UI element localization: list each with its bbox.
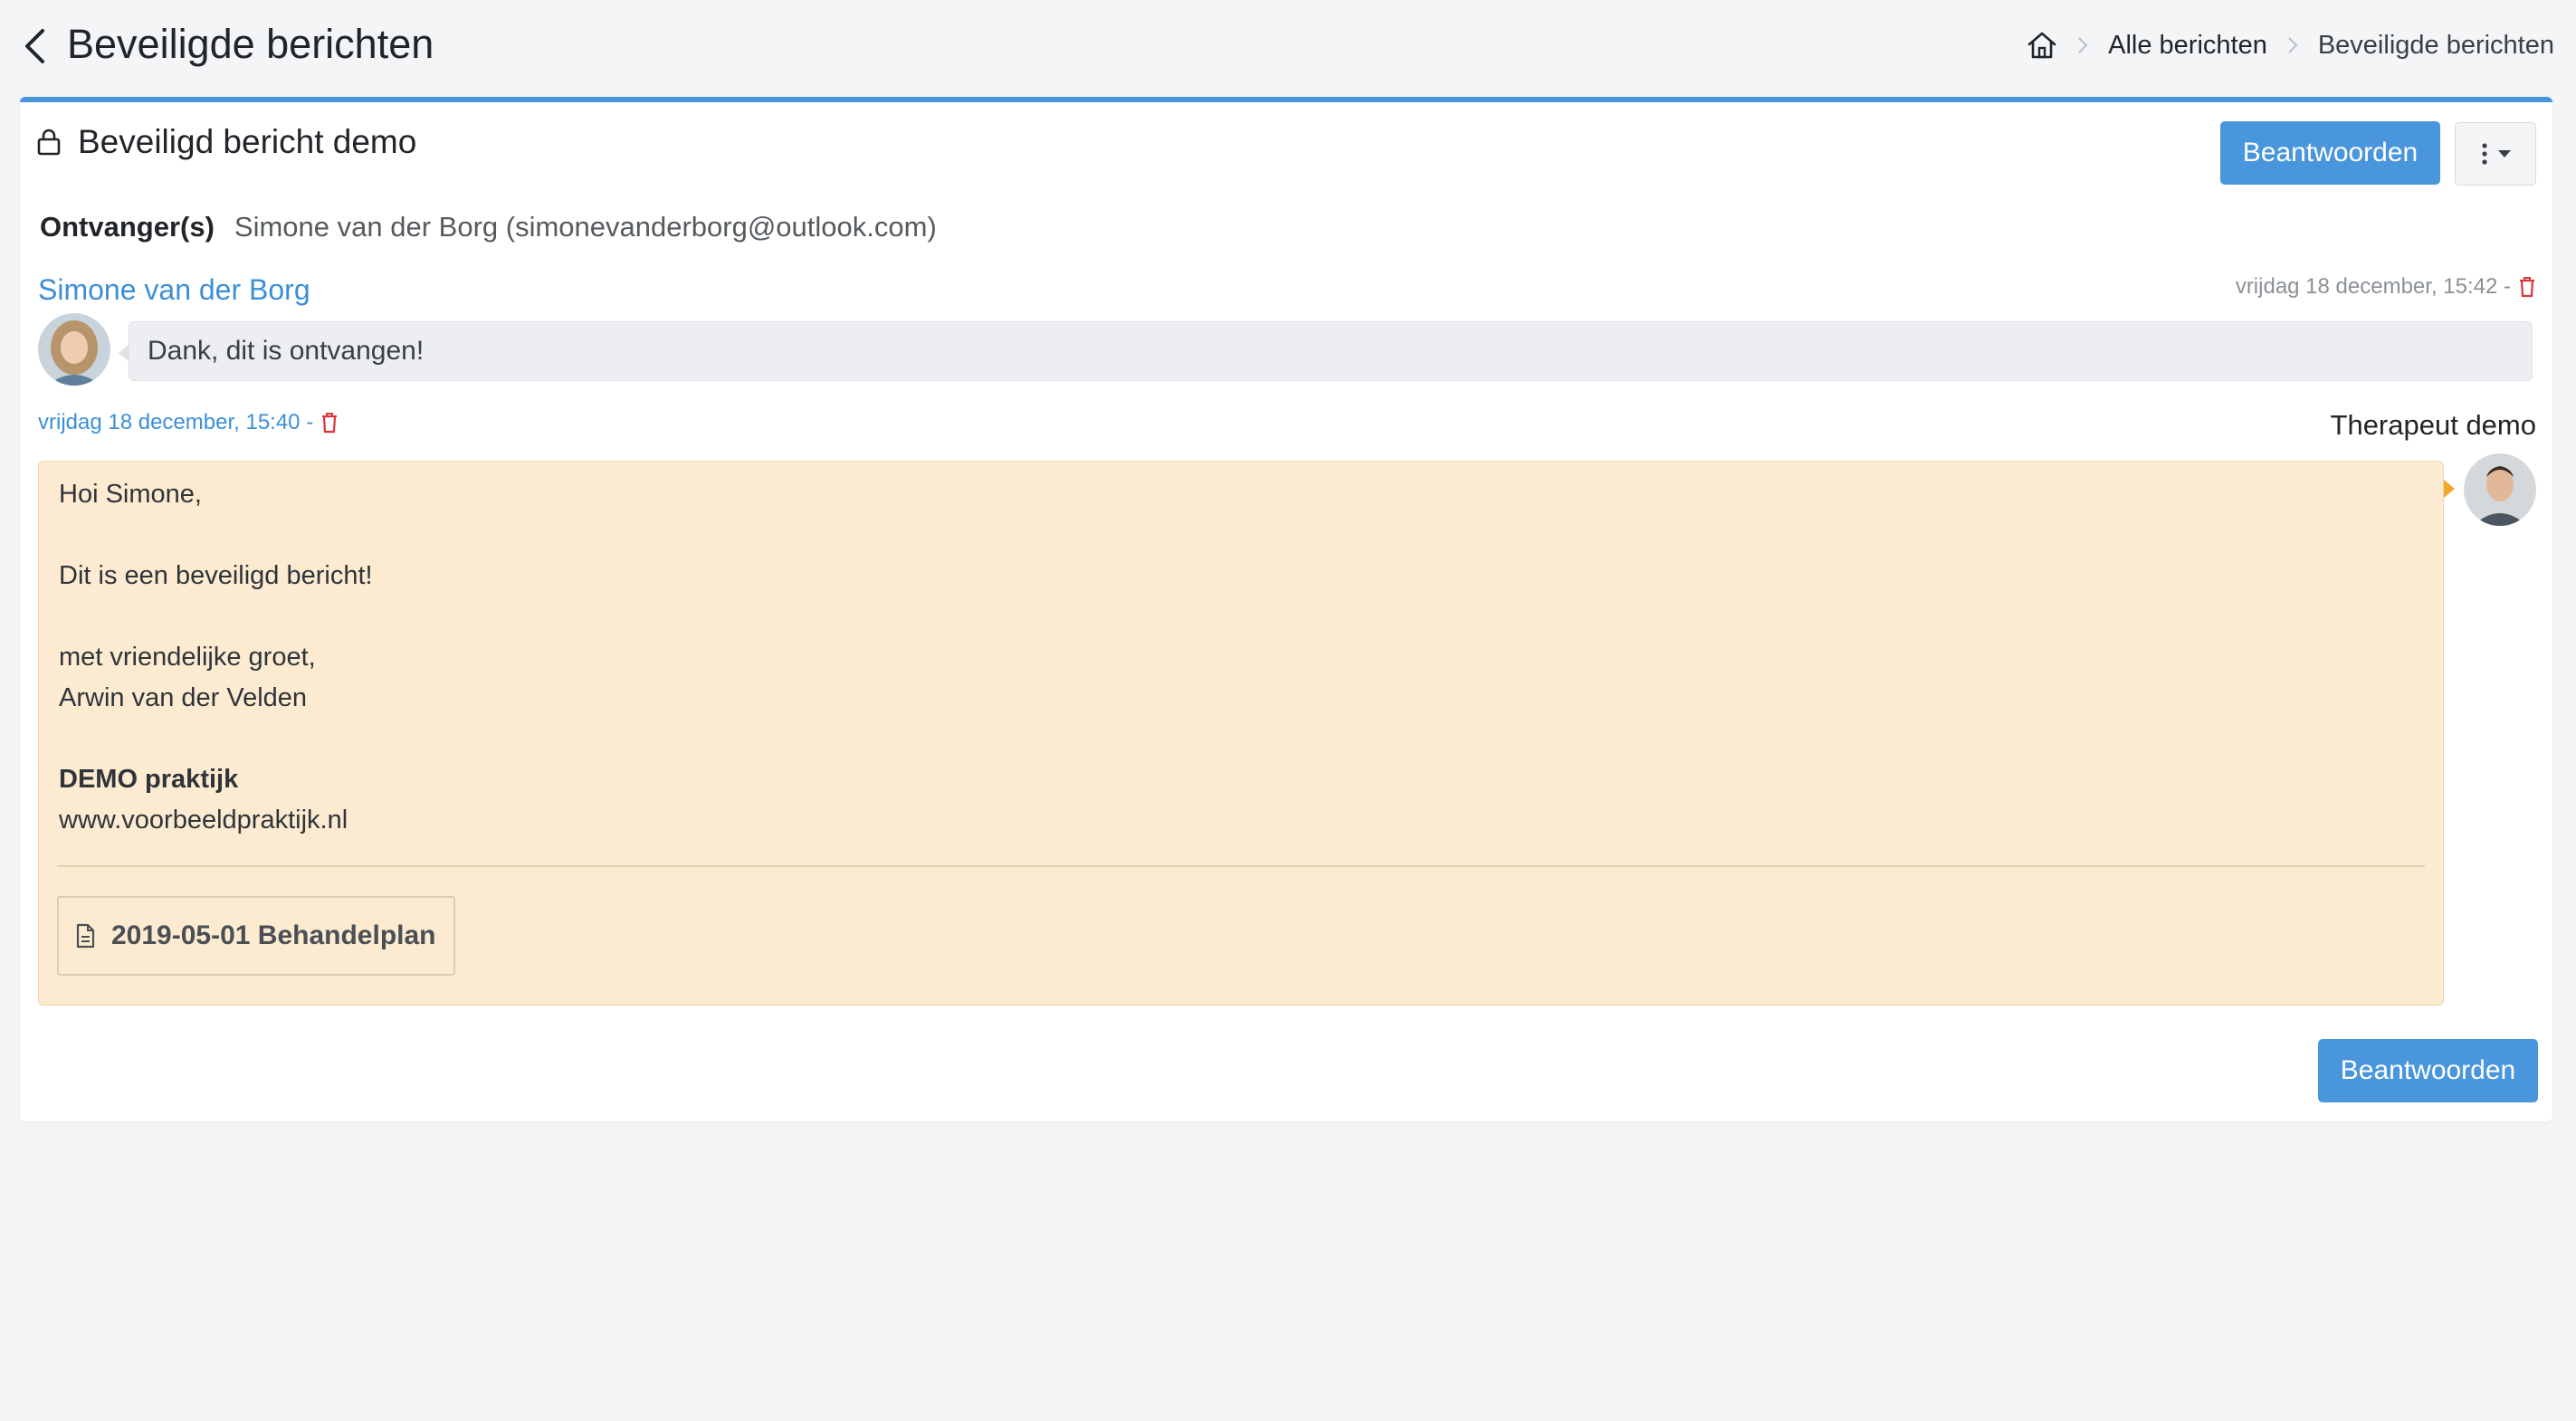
lock-icon bbox=[37, 129, 61, 156]
avatar-sender bbox=[38, 313, 110, 386]
sender-name[interactable]: Simone van der Borg bbox=[38, 270, 310, 310]
page-title: Beveiligde berichten bbox=[67, 21, 434, 67]
attachment-link[interactable]: 2019-05-01 Behandelplan bbox=[57, 896, 455, 976]
incoming-message-bubble: Dank, dit is ontvangen! bbox=[119, 321, 2533, 381]
delete-message-button[interactable] bbox=[2518, 276, 2536, 298]
practice-name: DEMO praktijk bbox=[59, 765, 239, 794]
message-line: met vriendelijke groet, bbox=[59, 643, 316, 672]
incoming-message-text: Dank, dit is ontvangen! bbox=[148, 336, 425, 366]
breadcrumb-item-all-messages[interactable]: Alle berichten bbox=[2108, 31, 2267, 61]
delete-message-button[interactable] bbox=[320, 412, 339, 434]
message-timestamp: vrijdag 18 december, 15:42 - bbox=[2236, 271, 2536, 303]
breadcrumb-home[interactable] bbox=[2027, 31, 2057, 60]
message-line: Hoi Simone, bbox=[59, 480, 202, 509]
attachment-label: 2019-05-01 Behandelplan bbox=[111, 920, 436, 950]
chevron-right-icon bbox=[2078, 37, 2088, 53]
home-icon bbox=[2027, 32, 2056, 59]
card-title-row: Beveiligd bericht demo bbox=[36, 120, 416, 164]
breadcrumb-separator bbox=[2077, 35, 2088, 55]
timestamp-text: vrijdag 18 december, 15:42 - bbox=[2235, 274, 2511, 299]
message-card: Beveiligd bericht demo Beantwoorden Ontv… bbox=[20, 97, 2552, 1121]
breadcrumb-separator bbox=[2287, 35, 2298, 55]
reply-button-bottom[interactable]: Beantwoorden bbox=[2318, 1039, 2538, 1102]
breadcrumb-item-current: Beveiligde berichten bbox=[2317, 30, 2554, 60]
message-timestamp: vrijdag 18 december, 15:40 - bbox=[38, 406, 339, 439]
message-body: Hoi Simone, Dit is een beveiligd bericht… bbox=[59, 474, 373, 841]
trash-icon bbox=[2520, 277, 2534, 298]
dots-vertical-icon bbox=[2482, 143, 2487, 165]
chevron-left-icon bbox=[25, 29, 44, 63]
recipients-row: Ontvanger(s) Simone van der Borg (simone… bbox=[40, 207, 937, 247]
caret-down-icon bbox=[2498, 150, 2511, 157]
back-button[interactable] bbox=[16, 24, 52, 69]
recipients-label: Ontvanger(s) bbox=[40, 211, 215, 243]
more-options-button[interactable] bbox=[2455, 122, 2536, 186]
reply-button-top[interactable]: Beantwoorden bbox=[2220, 121, 2440, 185]
page-header: Beveiligde berichten Alle berichten Beve… bbox=[0, 0, 2576, 91]
chevron-right-icon bbox=[2288, 37, 2298, 53]
trash-icon bbox=[322, 413, 338, 434]
divider bbox=[57, 865, 2425, 867]
breadcrumb: Alle berichten Beveiligde berichten bbox=[2027, 25, 2554, 65]
therapist-name: Therapeut demo bbox=[2330, 409, 2536, 441]
message-line: Dit is een beveiligd bericht! bbox=[59, 561, 373, 590]
message-subject: Beveiligd bericht demo bbox=[78, 123, 417, 160]
recipients-value: Simone van der Borg (simonevanderborg@ou… bbox=[234, 211, 937, 243]
avatar-therapist bbox=[2464, 453, 2536, 526]
outgoing-message-bubble: Hoi Simone, Dit is een beveiligd bericht… bbox=[38, 461, 2455, 1006]
practice-website: www.voorbeeldpraktijk.nl bbox=[59, 806, 348, 834]
timestamp-text: vrijdag 18 december, 15:40 - bbox=[38, 410, 314, 434]
message-line: Arwin van der Velden bbox=[59, 683, 308, 712]
document-icon bbox=[76, 923, 95, 949]
